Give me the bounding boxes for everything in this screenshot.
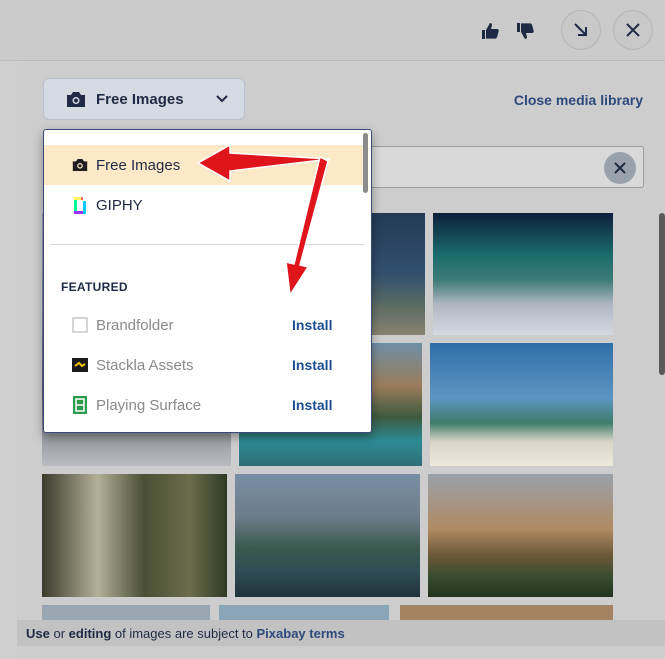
image-thumbnail[interactable]	[42, 605, 210, 620]
thumbs-up-icon[interactable]	[477, 18, 503, 44]
thumbs-down-icon[interactable]	[512, 18, 538, 44]
terms-footer: Use or editing of images are subject to …	[17, 620, 665, 646]
annotation-arrow-left	[196, 143, 331, 183]
chevron-down-icon	[215, 95, 228, 103]
panel-scrollbar[interactable]	[659, 213, 665, 375]
featured-item-label: Stackla Assets	[96, 356, 194, 374]
close-icon	[626, 23, 640, 37]
featured-item-playing-surface: Playing Surface Install	[44, 385, 364, 425]
close-media-library-link[interactable]: Close media library	[514, 92, 643, 108]
close-button[interactable]	[613, 10, 653, 50]
dropdown-item-label: GIPHY	[96, 196, 143, 214]
featured-item-stackla-assets: Stackla Assets Install	[44, 345, 364, 385]
giphy-icon	[74, 197, 86, 214]
image-thumbnail[interactable]	[42, 474, 227, 597]
footer-text: of images are subject to	[111, 625, 257, 641]
image-thumbnail[interactable]	[428, 474, 613, 597]
featured-item-brandfolder: Brandfolder Install	[44, 305, 364, 345]
pixabay-terms-link[interactable]: Pixabay terms	[257, 626, 345, 641]
image-thumbnail[interactable]	[430, 343, 613, 466]
brandfolder-icon	[72, 317, 88, 333]
minimize-button[interactable]	[561, 10, 601, 50]
camera-icon	[72, 159, 88, 171]
featured-item-label: Playing Surface	[96, 396, 202, 414]
image-thumbnail[interactable]	[235, 474, 420, 597]
footer-text-use: Use	[26, 625, 50, 641]
footer-text-editing: editing	[68, 625, 112, 641]
image-thumbnail[interactable]	[433, 213, 613, 335]
featured-heading: FEATURED	[61, 280, 128, 294]
camera-icon	[67, 91, 85, 107]
annotation-arrows	[196, 143, 331, 298]
install-button[interactable]: Install	[292, 317, 332, 333]
arrow-down-right-icon	[574, 23, 587, 36]
dropdown-item-label: Free Images	[96, 156, 181, 174]
install-button[interactable]: Install	[292, 397, 332, 413]
install-button[interactable]: Install	[292, 357, 332, 373]
close-icon	[614, 162, 626, 174]
image-thumbnail[interactable]	[219, 605, 389, 620]
clear-search-button[interactable]	[604, 152, 636, 184]
featured-item-label: Brandfolder	[96, 316, 174, 334]
dropdown-scrollbar[interactable]	[363, 133, 368, 193]
stackla-icon	[72, 358, 88, 372]
footer-text: or	[49, 625, 69, 641]
image-thumbnail[interactable]	[400, 605, 613, 620]
source-selector-label: Free Images	[96, 90, 184, 108]
source-selector[interactable]: Free Images	[43, 78, 245, 120]
annotation-arrow-down	[285, 155, 329, 298]
playing-surface-icon	[73, 396, 87, 414]
